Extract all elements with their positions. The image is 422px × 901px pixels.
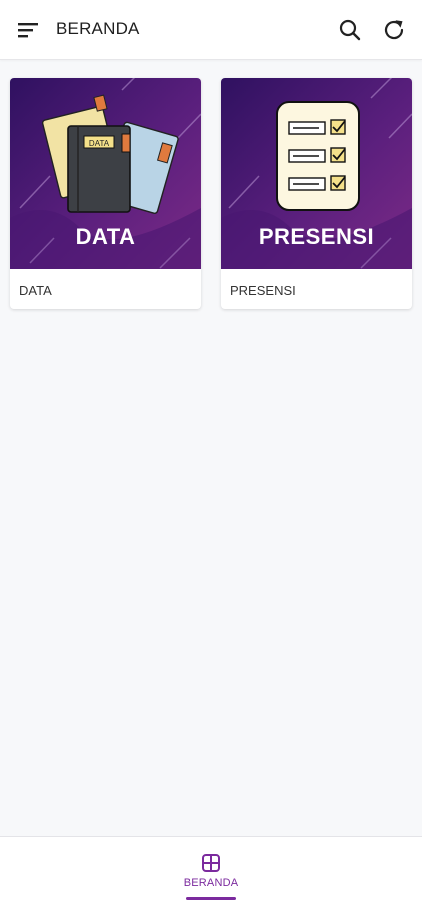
bottom-nav: BERANDA (0, 836, 422, 901)
bottom-nav-item-beranda[interactable]: BERANDA (176, 837, 246, 901)
card-data[interactable]: DATA DATA DATA (10, 78, 201, 309)
search-icon[interactable] (336, 16, 364, 44)
card-caption: PRESENSI (230, 283, 296, 298)
bottom-nav-label: BERANDA (183, 877, 239, 889)
svg-text:DATA: DATA (89, 139, 110, 148)
menu-icon[interactable] (14, 16, 42, 44)
grid-icon (202, 854, 220, 872)
card-presensi[interactable]: PRESENSI PRESENSI (221, 78, 412, 309)
card-caption: DATA (19, 283, 52, 298)
card-banner: PRESENSI (221, 78, 412, 269)
refresh-icon[interactable] (380, 16, 408, 44)
card-banner: DATA DATA (10, 78, 201, 269)
page-title: BERANDA (56, 19, 140, 38)
app-bar: BERANDA (0, 0, 422, 60)
card-banner-title: PRESENSI (258, 224, 375, 249)
card-banner-title: DATA (75, 224, 136, 249)
